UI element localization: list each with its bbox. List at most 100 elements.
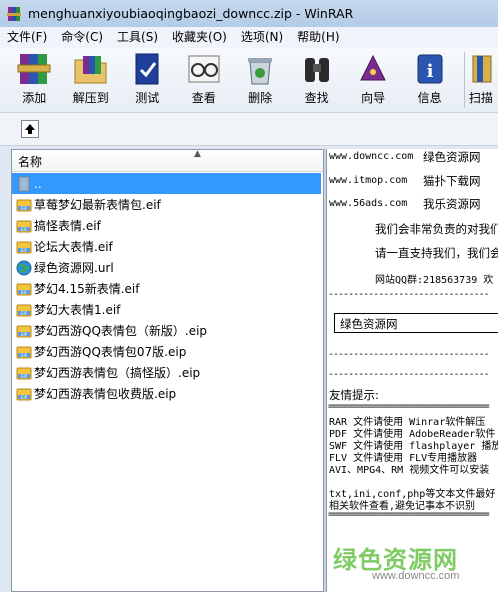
file-name: 梦幻4.15新表情.eif — [34, 282, 140, 296]
menu-help[interactable]: 帮助(H) — [290, 27, 346, 48]
parent-folder-icon — [18, 176, 30, 191]
up-folder-button[interactable] — [21, 120, 39, 138]
file-row[interactable]: EIP 梦幻西游表情包（搞怪版）.eip — [12, 362, 323, 383]
view-glasses-icon — [188, 55, 220, 83]
path-bar — [0, 113, 498, 146]
winrar-app-icon[interactable] — [6, 6, 22, 22]
find-button[interactable]: 查找 — [288, 48, 344, 112]
delete-button[interactable]: 删除 — [232, 48, 288, 112]
books-add-icon — [17, 54, 51, 84]
find-label: 查找 — [304, 91, 329, 105]
wizard-button[interactable]: 向导 — [345, 48, 401, 112]
file-row[interactable]: EIP 梦幻西游表情包收费版.eip — [12, 383, 323, 404]
eif-file-icon: EIF — [16, 283, 32, 295]
eip-file-icon: EIP — [16, 325, 32, 337]
svg-text:EIP: EIP — [21, 395, 28, 400]
info-label: 信息 — [417, 91, 442, 105]
menu-commands[interactable]: 命令(C) — [54, 27, 110, 48]
file-name: 梦幻西游表情包收费版.eip — [34, 387, 177, 401]
boxed-text: 绿色资源网 — [340, 317, 398, 331]
extract-to-label: 解压到 — [72, 91, 109, 105]
menu-file[interactable]: 文件(F) — [0, 27, 54, 48]
column-name-label: 名称 — [18, 155, 43, 169]
file-name: 绿色资源网.url — [34, 261, 114, 275]
note-qq-group: 网站QQ群:218563739 欢 — [375, 275, 494, 286]
file-list[interactable]: 名称 ▲ .. EIF 草莓梦幻最新表情包.eif EIF 搞怪表情.eif EIF 论坛大… — [11, 149, 324, 592]
svg-text:EIP: EIP — [21, 332, 28, 337]
eip-file-icon: EIP — [16, 388, 32, 400]
file-row[interactable]: EIF 草莓梦幻最新表情包.eif — [12, 194, 323, 215]
comment-preview[interactable]: www.downcc.com 绿色资源网 www.itmop.com 猫扑下载网… — [326, 149, 498, 592]
test-label: 测试 — [135, 91, 160, 105]
test-button[interactable]: 测试 — [119, 48, 175, 112]
parent-folder-row[interactable]: .. — [12, 173, 321, 194]
file-row[interactable]: EIP 梦幻西游QQ表情包07版.eip — [12, 341, 323, 362]
watermark-url: www.downcc.com — [372, 570, 460, 582]
view-button[interactable]: 查看 — [175, 48, 231, 112]
info-icon: i — [417, 54, 443, 84]
sort-ascending-icon: ▲ — [194, 149, 201, 159]
file-name: 梦幻西游QQ表情包（新版）.eip — [34, 324, 208, 338]
file-row[interactable]: EIF 搞怪表情.eif — [12, 215, 323, 236]
equals-line-1: ================================ — [328, 401, 490, 412]
folder-extract-icon — [74, 56, 107, 84]
dash-line-top: -------------------------------- — [328, 289, 490, 300]
site3-url: www.56ads.com — [329, 198, 408, 209]
svg-text:EIF: EIF — [21, 248, 28, 253]
file-row[interactable]: 绿色资源网.url — [12, 257, 323, 278]
view-label: 查看 — [191, 91, 216, 105]
file-name: 梦幻大表情1.eif — [34, 303, 121, 317]
note-support: 请一直支持我们，我们会 — [375, 246, 498, 260]
svg-text:EIF: EIF — [21, 227, 28, 232]
tip-avi: AVI、MPG4、RM 视频文件可以安装 — [329, 465, 490, 476]
dash-line-mid: -------------------------------- — [328, 349, 490, 360]
svg-text:i: i — [426, 61, 433, 82]
note-responsible: 我们会非常负责的对我们 — [375, 222, 498, 236]
menu-tools[interactable]: 工具(S) — [110, 27, 165, 48]
menu-bar: 文件(F) 命令(C) 工具(S) 收藏夹(O) 选项(N) 帮助(H) — [0, 27, 498, 49]
eif-file-icon: EIF — [16, 241, 32, 253]
file-row[interactable]: EIP 梦幻西游QQ表情包（新版）.eip — [12, 320, 323, 341]
column-header-name[interactable]: 名称 ▲ — [12, 150, 323, 172]
scan-button[interactable]: 扫描 — [469, 48, 498, 112]
menu-options[interactable]: 选项(N) — [234, 27, 290, 48]
file-row[interactable]: EIF 梦幻大表情1.eif — [12, 299, 323, 320]
file-name: 梦幻西游表情包（搞怪版）.eip — [34, 366, 201, 380]
file-name: 草莓梦幻最新表情包.eif — [34, 198, 161, 212]
equals-line-2: ================================ — [328, 509, 490, 520]
file-row[interactable]: EIF 梦幻4.15新表情.eif — [12, 278, 323, 299]
eif-file-icon: EIF — [16, 220, 32, 232]
eip-file-icon: EIP — [16, 367, 32, 379]
file-name: .. — [34, 176, 42, 191]
svg-text:EIF: EIF — [21, 311, 28, 316]
site2-name: 猫扑下载网 — [423, 174, 481, 188]
scan-label: 扫描 — [468, 91, 493, 105]
file-row[interactable]: EIF 论坛大表情.eif — [12, 236, 323, 257]
site3-name: 我乐资源网 — [423, 197, 481, 211]
delete-label: 删除 — [248, 91, 273, 105]
info-button[interactable]: i 信息 — [401, 48, 457, 112]
file-name: 梦幻西游QQ表情包07版.eip — [34, 345, 187, 359]
title-bar[interactable]: menghuanxiyoubiaoqingbaozi_downcc.zip - … — [0, 0, 498, 27]
file-name: 搞怪表情.eif — [34, 219, 101, 233]
dash-line-mid2: -------------------------------- — [328, 369, 490, 380]
add-label: 添加 — [22, 91, 47, 105]
svg-text:EIP: EIP — [21, 353, 28, 358]
find-binoculars-icon — [304, 58, 329, 82]
site2-url: www.itmop.com — [329, 175, 408, 186]
extract-to-button[interactable]: 解压到 — [62, 48, 118, 112]
add-button[interactable]: 添加 — [6, 48, 62, 112]
svg-text:EIF: EIF — [21, 290, 28, 295]
url-globe-icon — [16, 260, 32, 275]
file-name: 论坛大表情.eif — [34, 240, 113, 254]
eif-file-icon: EIF — [16, 199, 32, 211]
site1-url: www.downcc.com — [329, 151, 414, 162]
toolbar-separator — [463, 52, 465, 108]
eip-file-icon: EIP — [16, 346, 32, 358]
arrow-up-icon — [25, 124, 35, 134]
scan-icon — [472, 55, 492, 83]
test-book-icon — [135, 53, 159, 85]
window-title: menghuanxiyoubiaoqingbaozi_downcc.zip - … — [28, 6, 354, 21]
menu-favorites[interactable]: 收藏夹(O) — [165, 27, 234, 48]
svg-text:EIP: EIP — [21, 374, 28, 379]
